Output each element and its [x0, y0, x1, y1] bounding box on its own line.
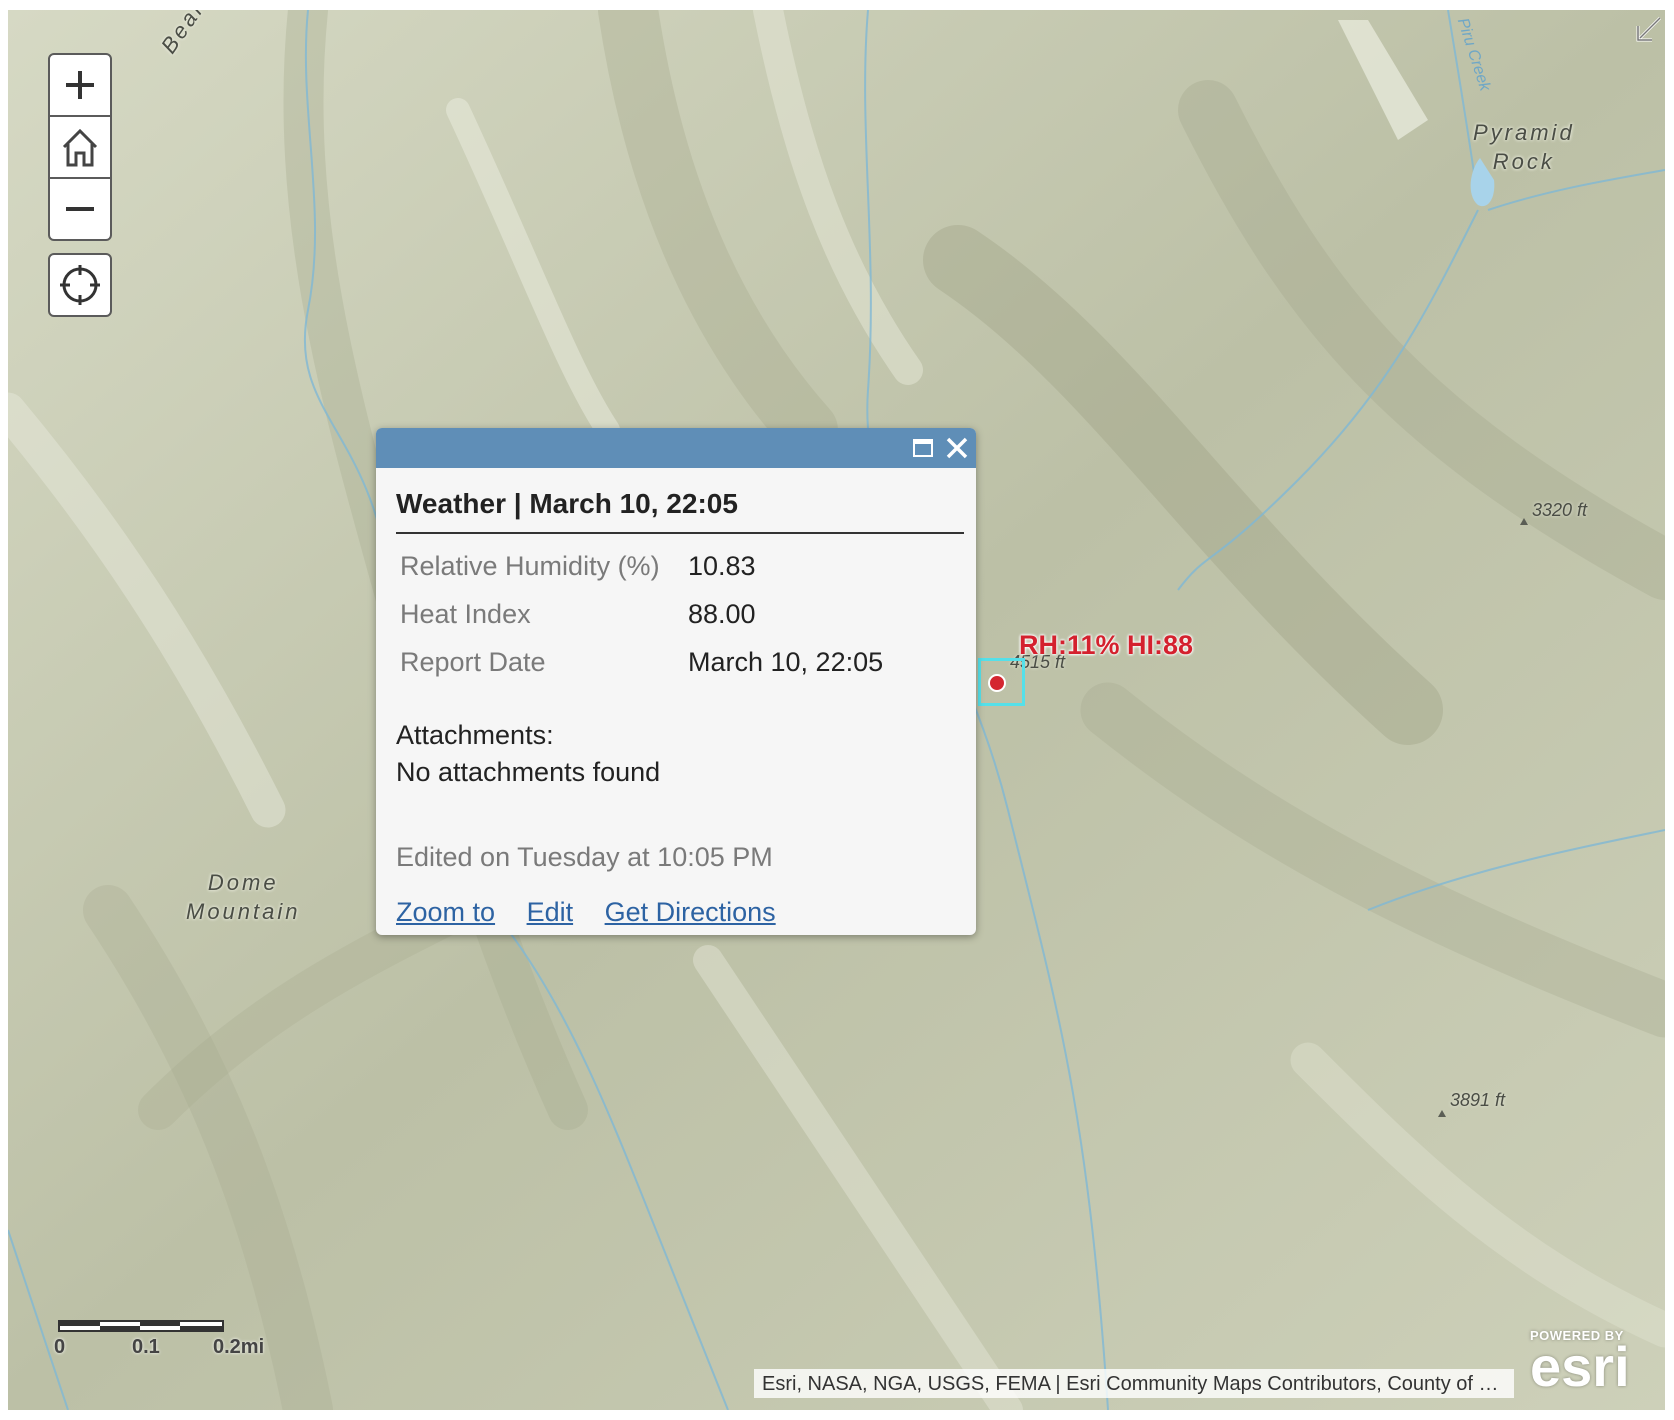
field-value: 88.00 [688, 599, 756, 629]
close-icon[interactable] [944, 435, 970, 461]
zoom-out-button[interactable] [50, 177, 110, 239]
popup-title: Weather | March 10, 22:05 [396, 488, 964, 534]
attachments-heading: Attachments: [396, 720, 554, 750]
attachments-status: No attachments found [396, 757, 661, 787]
edit-link[interactable]: Edit [527, 897, 574, 927]
field-label: Relative Humidity (%) [400, 551, 660, 581]
scale-label: 0.2mi [213, 1336, 265, 1358]
elevation-label: 3891 ft [1450, 1090, 1506, 1110]
popup-actions: Zoom to Edit Get Directions [396, 897, 976, 928]
home-button[interactable] [50, 115, 110, 177]
locate-button[interactable] [48, 253, 112, 317]
field-label: Report Date [400, 647, 546, 677]
esri-logo[interactable]: POWERED BY esri [1530, 1328, 1630, 1395]
table-row: Heat Index 88.00 [396, 592, 887, 640]
locate-crosshair-icon [60, 265, 100, 305]
elevation-marker [1520, 518, 1528, 525]
weather-point-marker[interactable] [988, 674, 1006, 692]
elevation-marker [1438, 1110, 1446, 1117]
field-value: March 10, 22:05 [688, 647, 884, 677]
zoom-in-button[interactable] [50, 55, 110, 115]
attribute-table: Relative Humidity (%) 10.83 Heat Index 8… [396, 544, 887, 688]
scale-label: 0.1 [132, 1336, 160, 1358]
table-row: Relative Humidity (%) 10.83 [396, 544, 887, 592]
plus-icon [66, 71, 94, 99]
scale-track [58, 1320, 224, 1332]
minus-icon [66, 207, 94, 211]
zoom-to-link[interactable]: Zoom to [396, 897, 495, 927]
maximize-icon[interactable] [912, 437, 934, 459]
attribution-text[interactable]: Esri, NASA, NGA, USGS, FEMA | Esri Commu… [754, 1369, 1514, 1398]
field-value: 10.83 [688, 551, 756, 581]
table-row: Report Date March 10, 22:05 [396, 640, 887, 688]
scale-bar: 0 0.1 0.2mi [54, 1320, 264, 1358]
edit-info: Edited on Tuesday at 10:05 PM [396, 842, 773, 872]
info-popup: Weather | March 10, 22:05 Relative Humid… [376, 428, 976, 935]
zoom-control [48, 53, 112, 241]
expand-icon[interactable] [1634, 16, 1662, 44]
popup-header [376, 428, 976, 468]
place-label-dome-mountain: Dome Mountain [186, 870, 301, 924]
place-label-pyramid-rock: Pyramid Rock [1473, 120, 1575, 174]
home-icon [62, 128, 98, 167]
feature-label: RH:11% HI:88 [1019, 630, 1194, 660]
field-label: Heat Index [400, 599, 531, 629]
elevation-label: 3320 ft [1532, 500, 1588, 520]
get-directions-link[interactable]: Get Directions [605, 897, 776, 927]
scale-label: 0 [54, 1336, 66, 1358]
